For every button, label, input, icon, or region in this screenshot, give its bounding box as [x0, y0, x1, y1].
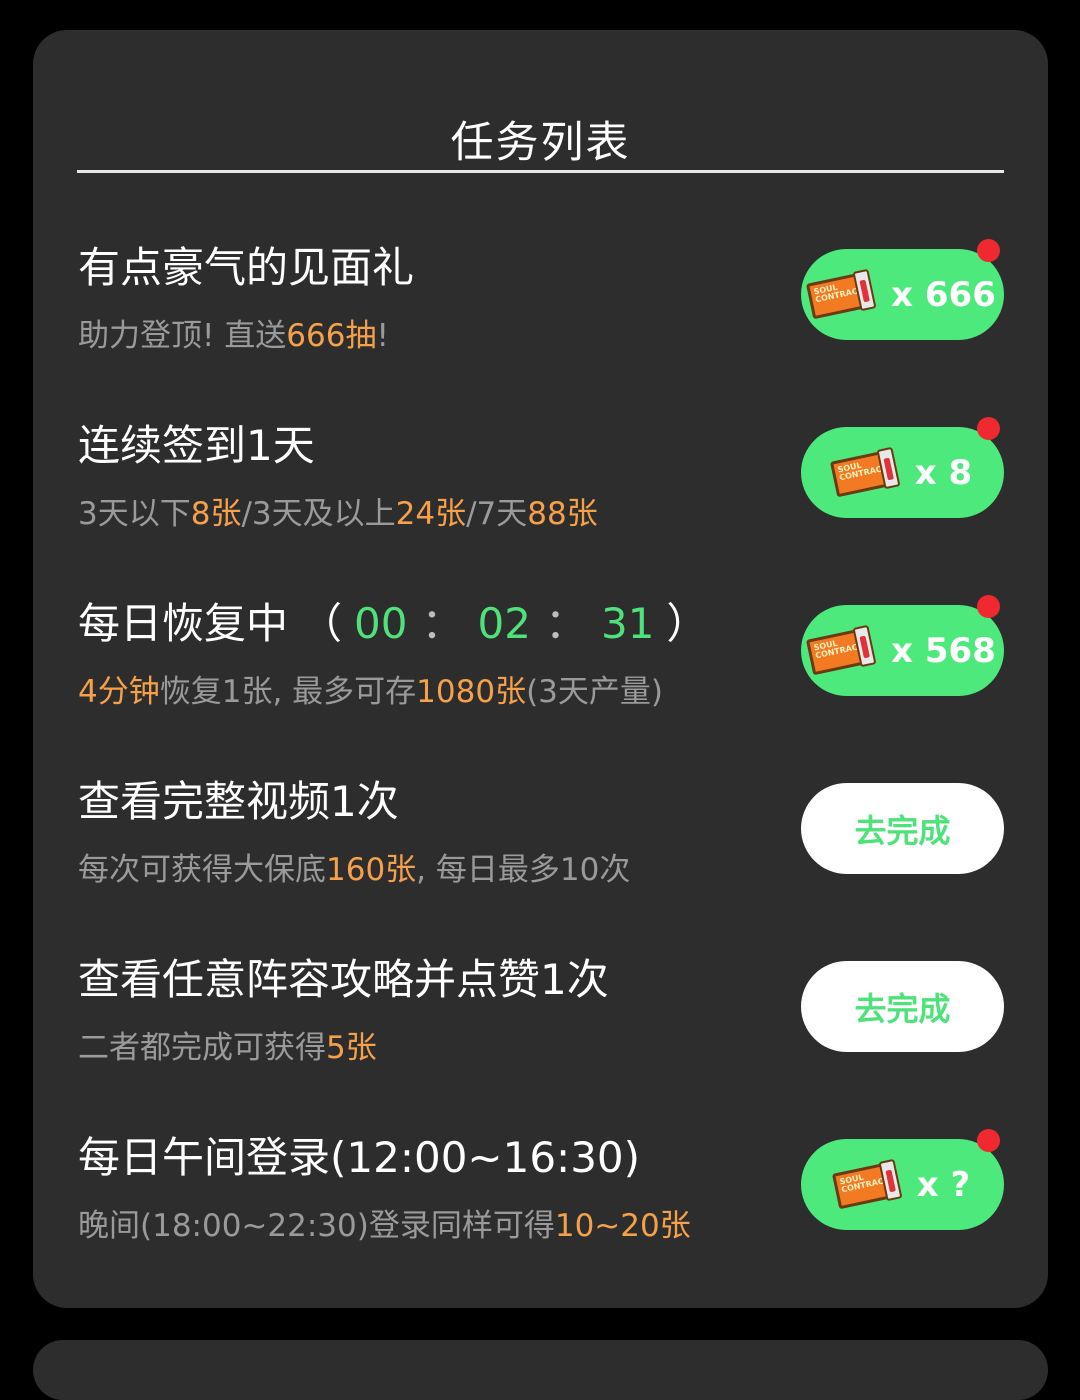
reward-count: x 568	[891, 630, 996, 671]
go-complete-button[interactable]: 去完成	[801, 783, 1004, 874]
task-desc: 助力登顶! 直送666抽!	[78, 318, 389, 354]
next-panel	[33, 1340, 1048, 1400]
task-desc: 4分钟恢复1张, 最多可存1080张(3天产量)	[78, 674, 663, 710]
claim-reward-button[interactable]: SOUL CONTRACT x ?	[801, 1129, 1004, 1230]
task-list-panel: 任务列表 有点豪气的见面礼 助力登顶! 直送666抽! SOUL CONTRAC…	[33, 30, 1048, 1308]
task-title: 查看任意阵容攻略并点赞1次	[78, 955, 609, 1004]
title-divider	[77, 170, 1004, 173]
task-item-video: 查看完整视频1次 每次可获得大保底160张, 每日最多10次 去完成	[33, 777, 1048, 918]
task-desc: 每次可获得大保底160张, 每日最多10次	[78, 852, 631, 888]
task-item-noon-login: 每日午间登录(12:00~16:30) 晚间(18:00~22:30)登录同样可…	[33, 1129, 1048, 1274]
claim-reward-button[interactable]: SOUL CONTRACT x 8	[801, 417, 1004, 518]
task-item-recovery: 每日恢复中（00： 02： 31） 4分钟恢复1张, 最多可存1080张(3天产量)…	[33, 595, 1048, 740]
go-complete-button[interactable]: 去完成	[801, 961, 1004, 1052]
notification-dot	[977, 239, 1000, 262]
task-item-gift: 有点豪气的见面礼 助力登顶! 直送666抽! SOUL CONTRACT x 6…	[33, 239, 1048, 384]
panel-title: 任务列表	[450, 118, 631, 168]
soul-contract-ticket-icon: SOUL CONTRACT	[805, 266, 877, 322]
task-desc: 3天以下8张/3天及以上24张/7天88张	[78, 496, 598, 532]
task-item-checkin: 连续签到1天 3天以下8张/3天及以上24张/7天88张 SOUL CONTRA…	[33, 417, 1048, 562]
task-title: 有点豪气的见面礼	[78, 243, 415, 292]
reward-count: x ?	[916, 1164, 971, 1205]
notification-dot	[977, 1129, 1000, 1152]
task-item-strategy: 查看任意阵容攻略并点赞1次 二者都完成可获得5张 去完成	[33, 955, 1048, 1096]
soul-contract-ticket-icon: SOUL CONTRACT	[805, 622, 877, 678]
reward-count: x 666	[891, 274, 996, 315]
task-title: 查看完整视频1次	[78, 777, 399, 826]
timer-minutes: 02	[477, 599, 531, 648]
task-title: 每日恢复中（00： 02： 31）	[78, 599, 709, 648]
claim-reward-button[interactable]: SOUL CONTRACT x 666	[801, 239, 1004, 340]
soul-contract-ticket-icon: SOUL CONTRACT	[831, 1156, 903, 1212]
reward-count: x 8	[914, 452, 973, 493]
notification-dot	[977, 595, 1000, 618]
task-title: 连续签到1天	[78, 421, 315, 470]
soul-contract-ticket-icon: SOUL CONTRACT	[829, 444, 901, 500]
task-desc: 二者都完成可获得5张	[78, 1030, 377, 1066]
claim-reward-button[interactable]: SOUL CONTRACT x 568	[801, 595, 1004, 696]
task-desc: 晚间(18:00~22:30)登录同样可得10~20张	[78, 1208, 691, 1244]
timer-hours: 00	[354, 599, 408, 648]
notification-dot	[977, 417, 1000, 440]
timer-seconds: 31	[600, 599, 655, 648]
task-title: 每日午间登录(12:00~16:30)	[78, 1133, 641, 1182]
